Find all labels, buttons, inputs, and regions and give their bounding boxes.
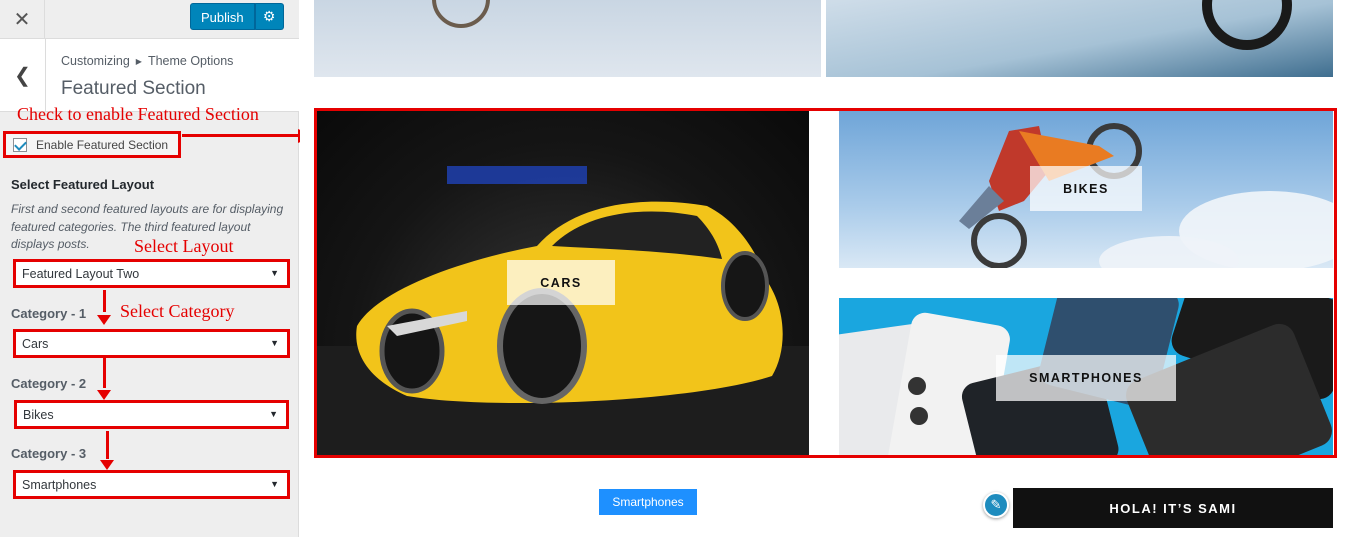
customizer-window: ✕ Publish ⚙ ❮ Customizing ▶ Theme Options …: [0, 0, 1346, 537]
category2-label: Category - 2: [11, 376, 87, 391]
category3-select[interactable]: Smartphones ▼: [13, 470, 290, 499]
pencil-icon: ✎: [990, 497, 1002, 512]
post-image[interactable]: [314, 0, 821, 77]
category2-select-value: Bikes: [23, 407, 54, 422]
featured-label-smartphones[interactable]: SMARTPHONES: [996, 355, 1176, 401]
layout-select[interactable]: Featured Layout Two ▼: [13, 259, 290, 288]
annotation-check: Check to enable Featured Section: [17, 104, 259, 124]
annotation-arrow-head: [100, 460, 114, 470]
breadcrumb-root: Customizing: [61, 54, 130, 68]
section-title: Featured Section: [61, 78, 206, 99]
enable-featured-label: Enable Featured Section: [36, 137, 169, 152]
breadcrumb: Customizing ▶ Theme Options: [61, 54, 233, 68]
publish-group: Publish ⚙: [190, 3, 284, 30]
section-header: ❮ Customizing ▶ Theme Options Featured Sec…: [0, 39, 299, 112]
category-tag-button[interactable]: Smartphones: [599, 489, 697, 515]
bike-wheel-graphic: [432, 0, 490, 28]
breadcrumb-separator-icon: ▶: [135, 57, 142, 67]
dropdown-caret-icon: ▼: [269, 409, 278, 419]
chevron-left-icon: ❮: [14, 65, 31, 87]
publish-settings-button[interactable]: ⚙: [254, 3, 284, 30]
annotation-arrow-head: [97, 390, 111, 400]
layout-heading: Select Featured Layout: [11, 177, 155, 192]
annotation-arrow-line: [182, 134, 300, 137]
bike-wheel-graphic: [1202, 0, 1292, 50]
customizer-sidebar: ✕ Publish ⚙ ❮ Customizing ▶ Theme Options …: [0, 0, 299, 537]
dropdown-caret-icon: ▼: [270, 338, 279, 348]
breadcrumb-child: Theme Options: [147, 54, 234, 68]
dropdown-caret-icon: ▼: [270, 479, 279, 489]
back-button[interactable]: ❮: [0, 39, 46, 112]
annotation-select-category: Select Category: [120, 301, 235, 321]
annotation-arrow-line: [103, 290, 106, 312]
category1-select[interactable]: Cars ▼: [13, 329, 290, 358]
category2-select[interactable]: Bikes ▼: [14, 400, 289, 429]
enable-featured-checkbox-row[interactable]: Enable Featured Section: [3, 131, 181, 158]
enable-featured-checkbox[interactable]: [13, 137, 27, 152]
annotation-arrow-line: [106, 431, 109, 459]
widget-title-banner: HOLA! IT’S SAMI: [1013, 488, 1333, 528]
featured-label-cars[interactable]: CARS: [507, 260, 615, 305]
layout-select-value: Featured Layout Two: [22, 266, 140, 281]
category3-select-value: Smartphones: [22, 477, 97, 492]
customizer-header: ✕ Publish ⚙: [0, 0, 299, 39]
category1-label: Category - 1: [11, 306, 87, 321]
close-button[interactable]: ✕: [0, 0, 45, 39]
annotation-arrow-head: [97, 315, 111, 325]
category3-label: Category - 3: [11, 446, 87, 461]
edit-shortcut-button[interactable]: ✎: [983, 492, 1009, 518]
annotation-arrow-line: [103, 358, 106, 388]
dropdown-caret-icon: ▼: [270, 268, 279, 278]
featured-label-bikes[interactable]: BIKES: [1030, 166, 1142, 211]
category1-select-value: Cars: [22, 336, 49, 351]
post-image[interactable]: [826, 0, 1333, 77]
publish-button[interactable]: Publish: [190, 3, 255, 30]
annotation-select-layout: Select Layout: [134, 236, 234, 256]
gear-icon: ⚙: [262, 8, 276, 24]
close-icon: ✕: [13, 9, 31, 31]
